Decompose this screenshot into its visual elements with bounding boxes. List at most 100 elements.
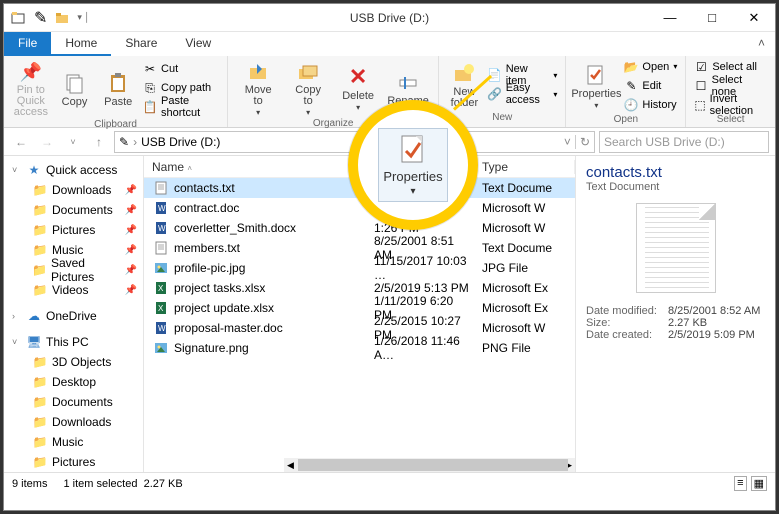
nav-item[interactable]: 📁Desktop xyxy=(4,372,143,392)
nav-item[interactable]: 📁Music xyxy=(4,432,143,452)
ribbon-collapse-icon[interactable]: ˄ xyxy=(748,32,775,56)
callout-label: Properties xyxy=(383,169,442,184)
copyto-button[interactable]: Copy to▾ xyxy=(284,58,332,117)
file-icon: W xyxy=(154,221,168,235)
tab-view[interactable]: View xyxy=(171,32,225,56)
table-row[interactable]: Xproject update.xlsx1/11/2019 6:20 PMMic… xyxy=(144,298,575,318)
maximize-button[interactable]: □ xyxy=(691,5,733,31)
folder-icon: 📁 xyxy=(32,374,48,390)
file-icon xyxy=(154,241,168,255)
tab-home[interactable]: Home xyxy=(51,32,111,56)
newitem-button[interactable]: 📄New item ▾ xyxy=(486,67,560,84)
nav-item[interactable]: 📁3D Objects xyxy=(4,352,143,372)
hscrollbar[interactable]: ◀ ▶ xyxy=(284,458,575,472)
nav-item[interactable]: 📁Documents xyxy=(4,392,143,412)
rename-icon xyxy=(396,70,420,94)
breadcrumb-path[interactable]: USB Drive (D:) xyxy=(141,135,220,149)
up-button[interactable]: ↑ xyxy=(88,131,110,153)
nav-item[interactable]: 📁Pictures📌 xyxy=(4,220,143,240)
table-row[interactable]: members.txt8/25/2001 8:51 AMText Docume xyxy=(144,238,575,258)
recent-button[interactable]: ˅ xyxy=(62,131,84,153)
nav-item[interactable]: 📁Downloads📌 xyxy=(4,180,143,200)
paste-button[interactable]: Paste xyxy=(97,58,139,118)
status-size: 2.27 KB xyxy=(144,478,183,490)
svg-text:X: X xyxy=(158,284,164,293)
nav-quickaccess[interactable]: ˅★Quick access xyxy=(4,160,143,180)
tab-share[interactable]: Share xyxy=(111,32,171,56)
window-frame: ✎ ▾ │ USB Drive (D:) — □ ✕ File Home Sha… xyxy=(3,3,776,511)
folder-icon: 📁 xyxy=(32,222,48,238)
col-name[interactable]: Name xyxy=(152,160,184,174)
onedrive-icon: ☁ xyxy=(26,308,42,324)
file-icon xyxy=(154,261,168,275)
delete-button[interactable]: ✕Delete▾ xyxy=(334,58,382,117)
open-icon: 📂 xyxy=(624,60,638,74)
refresh-button[interactable]: ↻ xyxy=(575,135,590,149)
open-button[interactable]: 📂Open ▾ xyxy=(622,58,679,75)
easyaccess-button[interactable]: 🔗Easy access ▾ xyxy=(486,86,560,103)
pc-icon: 🖥 xyxy=(26,334,42,350)
close-button[interactable]: ✕ xyxy=(733,5,775,31)
nav-item[interactable]: 📁Pictures xyxy=(4,452,143,472)
preview-pane: contacts.txt Text Document Date modified… xyxy=(575,156,775,472)
breadcrumb-dropdown-icon[interactable]: ˅ xyxy=(564,135,571,149)
moveto-icon xyxy=(246,60,270,84)
pin-icon: 📌 xyxy=(19,60,43,84)
table-row[interactable]: Xproject tasks.xlsx2/5/2019 5:13 PMMicro… xyxy=(144,278,575,298)
table-row[interactable]: Signature.png1/26/2018 11:46 A…PNG File xyxy=(144,338,575,358)
meta-size: 2.27 KB xyxy=(668,317,707,329)
folder-icon: 📁 xyxy=(32,454,48,470)
svg-text:W: W xyxy=(158,224,166,233)
nav-onedrive[interactable]: ›☁OneDrive xyxy=(4,306,143,326)
folder-icon: 📁 xyxy=(32,282,48,298)
cut-button[interactable]: ✂Cut xyxy=(141,61,221,78)
selectnone-button[interactable]: ☐Select none xyxy=(692,77,769,94)
svg-text:W: W xyxy=(158,204,166,213)
nav-item[interactable]: 📁Documents📌 xyxy=(4,200,143,220)
path-icon: ⎘ xyxy=(143,81,157,95)
selectall-button[interactable]: ☑Select all xyxy=(692,58,769,75)
folder-icon: 📁 xyxy=(32,202,48,218)
qat-dropdown-icon[interactable]: ▾ │ xyxy=(77,12,90,23)
copy-button[interactable]: Copy xyxy=(54,58,96,118)
nav-item[interactable]: 📁Saved Pictures📌 xyxy=(4,260,143,280)
folder-icon: 📁 xyxy=(32,354,48,370)
nav-item[interactable]: 📁Downloads xyxy=(4,412,143,432)
preview-title: contacts.txt xyxy=(586,164,765,181)
edit-button[interactable]: ✎Edit xyxy=(622,77,679,94)
forward-button[interactable]: → xyxy=(36,131,58,153)
invertsel-button[interactable]: ⬚Invert selection xyxy=(692,96,769,113)
group-select-label: Select xyxy=(692,113,769,127)
properties-button[interactable]: Properties▾ xyxy=(572,58,620,113)
view-large-icon[interactable]: ▦ xyxy=(751,476,767,491)
minimize-button[interactable]: — xyxy=(649,5,691,31)
paste-icon xyxy=(106,71,130,95)
table-row[interactable]: Wproposal-master.doc2/25/2015 10:27 PMMi… xyxy=(144,318,575,338)
view-details-icon[interactable]: ≡ xyxy=(734,476,746,491)
svg-text:X: X xyxy=(158,304,164,313)
pasteshortcut-button[interactable]: 📋Paste shortcut xyxy=(141,99,221,116)
table-row[interactable]: Wcoverletter_Smith.docx1:26 PMMicrosoft … xyxy=(144,218,575,238)
status-bar: 9 items 1 item selected 2.27 KB ≡ ▦ xyxy=(4,472,775,494)
history-button[interactable]: 🕘History xyxy=(622,96,679,113)
moveto-button[interactable]: Move to▾ xyxy=(234,58,282,117)
qat-pen-icon[interactable]: ✎ xyxy=(34,8,47,28)
preview-subtitle: Text Document xyxy=(586,181,765,193)
scroll-thumb[interactable] xyxy=(298,459,568,471)
file-icon: W xyxy=(154,321,168,335)
nav-tree[interactable]: ˅★Quick access 📁Downloads📌📁Documents📌📁Pi… xyxy=(4,156,144,472)
back-button[interactable]: ← xyxy=(10,131,32,153)
nav-thispc[interactable]: ˅🖥This PC xyxy=(4,332,143,352)
star-icon: ★ xyxy=(26,162,42,178)
qat-folder-icon[interactable] xyxy=(55,11,69,25)
file-icon xyxy=(154,341,168,355)
copypath-button[interactable]: ⎘Copy path xyxy=(141,80,221,97)
search-input[interactable]: Search USB Drive (D:) xyxy=(599,131,769,153)
ribbon-tabs: File Home Share View ˄ xyxy=(4,32,775,56)
nav-item[interactable]: 📁Videos📌 xyxy=(4,280,143,300)
pin-button[interactable]: 📌Pin to Quick access xyxy=(10,58,52,118)
col-type[interactable]: Type xyxy=(474,160,575,174)
table-row[interactable]: profile-pic.jpg11/15/2017 10:03 …JPG Fil… xyxy=(144,258,575,278)
tab-file[interactable]: File xyxy=(4,32,51,56)
invert-icon: ⬚ xyxy=(694,98,705,112)
